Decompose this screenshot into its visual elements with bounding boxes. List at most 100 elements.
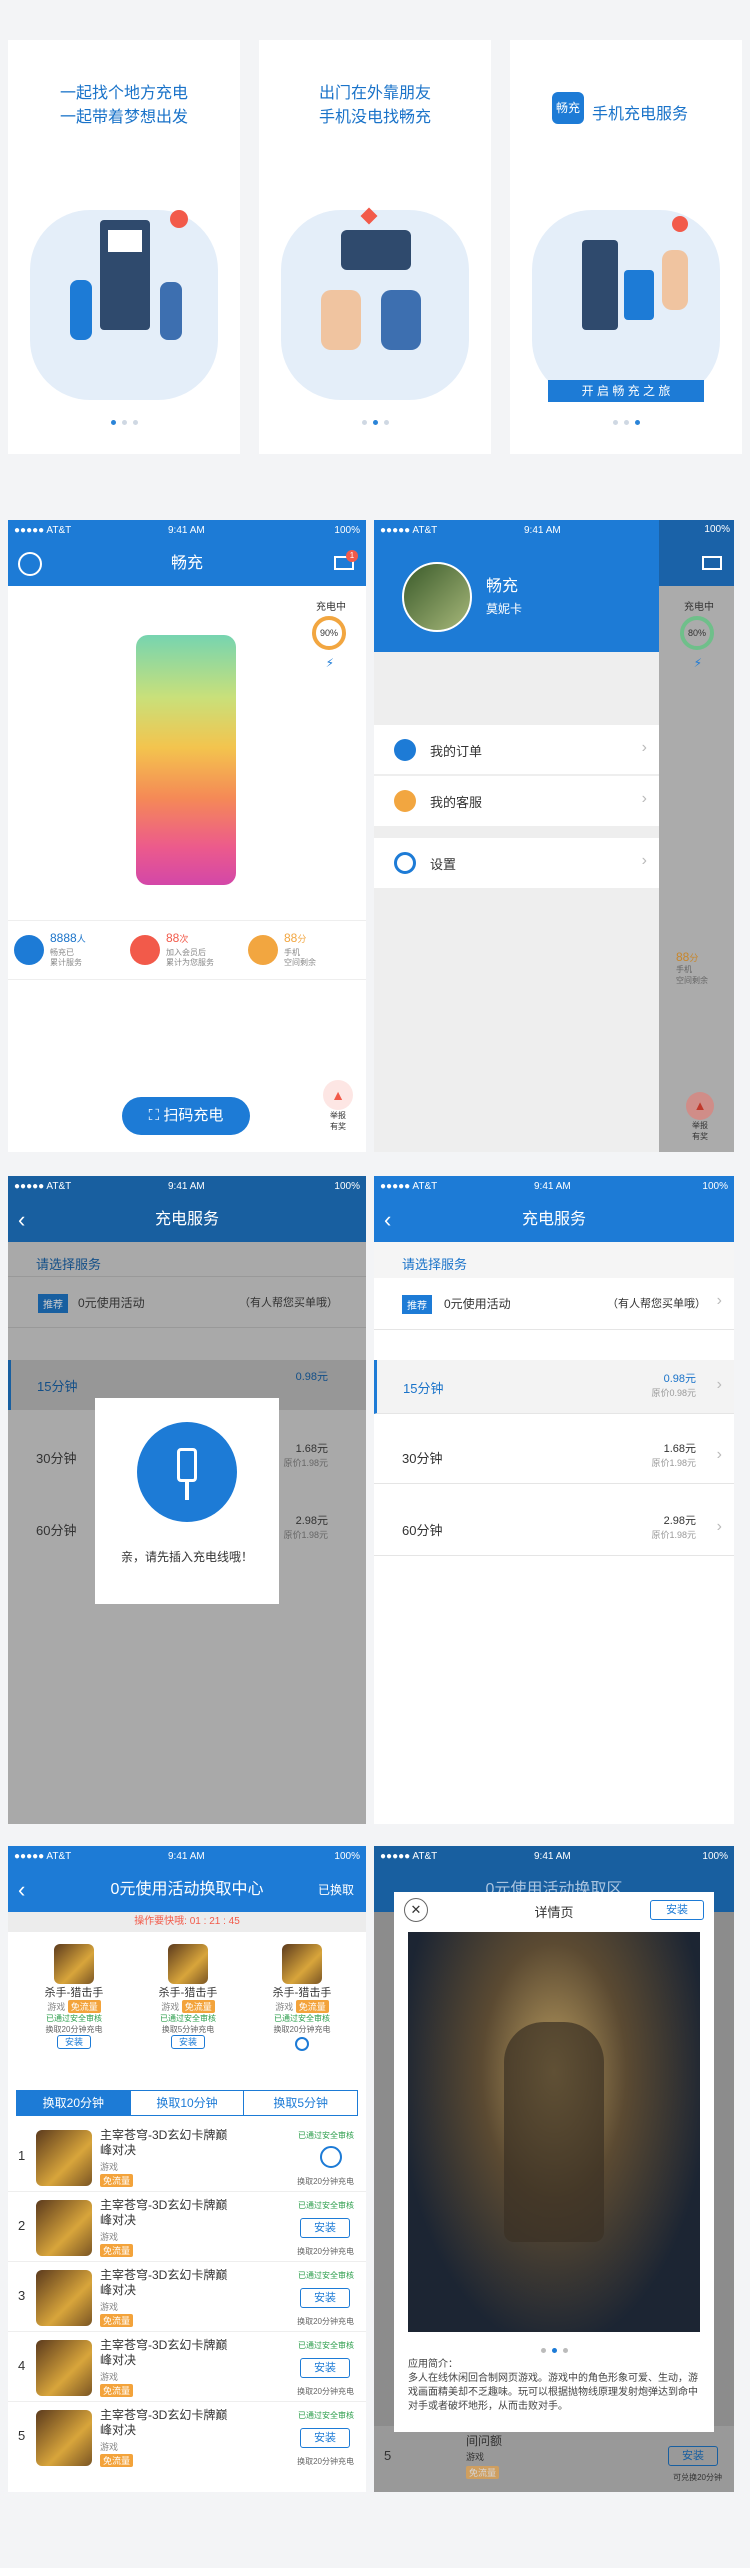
recommend-tag: 推荐 — [402, 1295, 432, 1314]
gallery-indicator — [394, 2340, 714, 2358]
exchanged-link[interactable]: 已换取 — [318, 1868, 354, 1912]
mail-icon — [702, 556, 722, 570]
exchange-tabs: 换取20分钟 换取10分钟 换取5分钟 — [16, 2090, 358, 2116]
countdown-bar: 操作要快哦: 01 : 21 : 45 — [8, 1912, 366, 1932]
illustration-friends-charging — [281, 207, 469, 400]
page-indicator — [8, 412, 240, 430]
page-title: 畅充 — [170, 555, 203, 572]
list-item[interactable]: 4 主宰苍穹-3D玄幻卡牌巅 峰对决 游戏 免流量 已通过安全审核 安装 换取20… — [8, 2332, 366, 2402]
home-screen: ●●●●● AT&T 9:41 AM 100% 畅充 1 充电中 90% ⚡ 8… — [8, 520, 366, 1152]
list-item[interactable]: 1 主宰苍穹-3D玄幻卡牌巅 峰对决 游戏 免流量 已通过安全审核 换取20分钟充… — [8, 2122, 366, 2192]
bolt-icon: ⚡ — [325, 656, 334, 670]
dimmed-navbar: 100% — [659, 520, 734, 586]
charge-ring: 80% — [680, 616, 714, 650]
tab-20min[interactable]: 换取20分钟 — [17, 2091, 130, 2115]
intro-text: 多人在线休闲回合制网页游戏。游戏中的角色形象可爱、生动，游戏画面精美却不乏趣味。… — [408, 2373, 698, 2412]
onboarding-title-line2: 一起带着梦想出发 — [59, 109, 188, 126]
top-app-card[interactable]: 杀手-猎击手 游戏 免流量 已通过安全审核 换取20分钟充电 — [252, 1944, 352, 2053]
avatar[interactable] — [402, 562, 472, 632]
report-button[interactable]: ▲ 举报 有奖 — [320, 1080, 356, 1132]
report-button: ▲ 举报 有奖 — [682, 1092, 718, 1142]
page-indicator — [259, 412, 491, 430]
notification-badge: 1 — [346, 550, 358, 562]
back-icon[interactable]: ‹ — [384, 1198, 391, 1242]
battery-graphic — [136, 635, 236, 885]
status-bar: ●●●●● AT&T 9:41 AM 100% — [8, 520, 366, 542]
user-name: 莫妮卡 — [486, 602, 523, 616]
plan-30min[interactable]: 30分钟 1.68元 原价1.98元 › — [374, 1430, 734, 1484]
bolt-icon: ⚡ — [693, 656, 702, 670]
usb-cable-icon — [137, 1422, 237, 1522]
app-list: 1 主宰苍穹-3D玄幻卡牌巅 峰对决 游戏 免流量 已通过安全审核 换取20分钟充… — [8, 2122, 366, 2492]
onboarding-screen-2: 出门在外靠朋友 手机没电找畅充 — [259, 40, 491, 454]
stats-row: 8888人 畅充已 累计服务 88次 加入会员后 累计为您服务 88分 手机 空… — [8, 920, 366, 980]
top-app-card[interactable]: 杀手-猎击手 游戏 免流量 已通过安全审核 换取20分钟充电 安装 — [24, 1944, 124, 2049]
page-title: 0元使用活动换取中心 — [110, 1881, 264, 1898]
free-activity-row[interactable]: 推荐 0元使用活动 （有人帮您买单哦） › — [374, 1278, 734, 1330]
onboarding-screen-1: 一起找个地方充电 一起带着梦想出发 — [8, 40, 240, 454]
drawer-panel: ●●●●● AT&T 9:41 AM 畅充 莫妮卡 我的订单 › 我的客服 › … — [374, 520, 659, 1152]
tab-10min[interactable]: 换取10分钟 — [129, 2091, 244, 2115]
illustration-charging-station — [30, 210, 218, 400]
select-prompt: 请选择服务 — [402, 1257, 468, 1272]
member-icon — [130, 935, 160, 965]
start-journey-button[interactable]: 开 启 畅 充 之 旅 — [548, 380, 704, 402]
install-button[interactable]: 安装 — [300, 2428, 350, 2448]
app-logo: 畅充 — [552, 92, 584, 124]
plan-60min[interactable]: 60分钟 2.98元 原价1.98元 › — [374, 1502, 734, 1556]
game-screenshot[interactable] — [408, 1932, 700, 2332]
app-name: 畅充 — [486, 578, 519, 595]
detail-modal: ✕ 详情页 安装 应用简介： 多人在线休闲回合制网页游戏。游戏中的角色形象可爱、… — [394, 1892, 714, 2432]
install-button[interactable]: 安装 — [300, 2288, 350, 2308]
charging-label: 充电中 — [316, 602, 346, 613]
list-item[interactable]: 3 主宰苍穹-3D玄幻卡牌巅 峰对决 游戏 免流量 已通过安全审核 安装 换取20… — [8, 2262, 366, 2332]
onboarding-title: 手机充电服务 — [592, 106, 689, 123]
drawer-screen: ●●●●● AT&T 9:41 AM 畅充 莫妮卡 我的订单 › 我的客服 › … — [374, 520, 734, 1152]
onboarding-screen-3: 畅充 手机充电服务 开 启 畅 充 之 旅 — [510, 40, 742, 454]
scan-charge-button[interactable]: ⛶ 扫码充电 — [122, 1097, 250, 1135]
service-screen: ●●●●● AT&T 9:41 AM 100% ‹ 充电服务 请选择服务 推荐 0元使… — [374, 1176, 734, 1824]
illustration-charging-station — [532, 210, 720, 400]
list-item[interactable]: 2 主宰苍穹-3D玄幻卡牌巅 峰对决 游戏 免流量 已通过安全审核 安装 换取20… — [8, 2192, 366, 2262]
intro-title: 应用简介： — [408, 2359, 458, 2370]
onboarding-title-line1: 出门在外靠朋友 — [318, 85, 431, 102]
detail-screen: ●●●●● AT&T 9:41 AM 100% 0元使用活动换取区 5 间问额 游戏… — [374, 1846, 734, 2492]
back-icon[interactable]: ‹ — [18, 1868, 25, 1912]
siren-icon: ▲ — [323, 1080, 353, 1110]
tab-5min[interactable]: 换取5分钟 — [243, 2091, 357, 2115]
menu-item-service[interactable]: 我的客服 › — [374, 776, 659, 826]
install-button[interactable]: 安装 — [650, 1900, 704, 1920]
page-indicator — [510, 412, 742, 430]
stat-space: 88分 手机 空间剩余 — [676, 950, 708, 985]
service-screen-dialog: ●●●●● AT&T 9:41 AM 100% ‹ 充电服务 请选择服务 推荐 0元使… — [8, 1176, 366, 1824]
charge-ring: 90% — [312, 616, 346, 650]
plan-15min[interactable]: 15分钟 0.98元 原价0.98元 › — [374, 1360, 734, 1414]
people-icon — [14, 935, 44, 965]
plug-dialog: 亲，请先插入充电线哦！ — [95, 1398, 279, 1604]
phone-icon — [248, 935, 278, 965]
loading-spinner-icon — [295, 2037, 309, 2051]
home-navbar: 畅充 1 — [8, 542, 366, 586]
menu-item-settings[interactable]: 设置 › — [374, 838, 659, 888]
drawer-header: 畅充 莫妮卡 — [374, 542, 659, 652]
menu-item-orders[interactable]: 我的订单 › — [374, 725, 659, 775]
install-button[interactable]: 安装 — [300, 2358, 350, 2378]
exchange-screen: ●●●●● AT&T 9:41 AM 100% ‹ 0元使用活动换取中心 已换取 操… — [8, 1846, 366, 2492]
onboarding-title-line1: 一起找个地方充电 — [59, 85, 188, 102]
list-item[interactable]: 5 主宰苍穹-3D玄幻卡牌巅 峰对决 游戏 免流量 已通过安全审核 安装 换取20… — [8, 2402, 366, 2472]
install-button[interactable]: 安装 — [300, 2218, 350, 2238]
scan-icon: ⛶ — [148, 1107, 164, 1124]
orders-icon — [394, 739, 416, 761]
loading-spinner-icon — [320, 2146, 342, 2168]
gear-icon — [394, 852, 416, 874]
top-app-card[interactable]: 杀手-猎击手 游戏 免流量 已通过安全审核 换取5分钟充电 安装 — [138, 1944, 238, 2049]
siren-icon: ▲ — [686, 1092, 714, 1120]
profile-icon[interactable] — [18, 552, 42, 576]
top-apps: 杀手-猎击手 游戏 免流量 已通过安全审核 换取20分钟充电 安装 杀手-猎击手… — [8, 1938, 366, 2080]
page-title: 充电服务 — [521, 1211, 586, 1228]
onboarding-title-line2: 手机没电找畅充 — [318, 109, 431, 126]
back-icon[interactable]: ‹ — [18, 1198, 25, 1242]
background-list-item: 5 间问额 游戏 免流量 安装 可兑换20分钟 — [374, 2426, 734, 2492]
free-activity-row: 推荐 0元使用活动 （有人帮您买单哦） — [8, 1276, 366, 1328]
service-icon — [394, 790, 416, 812]
